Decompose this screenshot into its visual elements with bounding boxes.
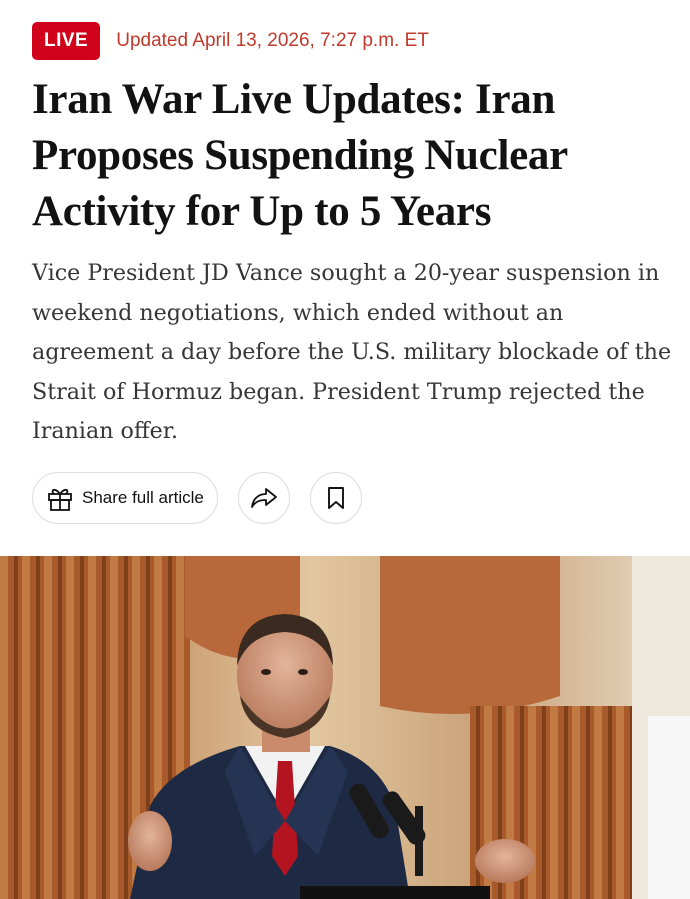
share-full-article-button[interactable]: Share full article — [32, 472, 218, 524]
article-headline: Iran War Live Updates: Iran Proposes Sus… — [32, 76, 568, 235]
gift-icon — [46, 484, 74, 512]
article-meta: LIVE Updated April 13, 2026, 7:27 p.m. E… — [32, 22, 429, 60]
share-button[interactable] — [237, 472, 290, 524]
updated-timestamp: Updated April 13, 2026, 7:27 p.m. ET — [116, 30, 429, 51]
article-summary: Vice President JD Vance sought a 20-year… — [32, 260, 672, 444]
article-actions: Share full article — [32, 472, 362, 524]
live-badge: LIVE — [32, 22, 101, 60]
share-arrow-icon — [250, 486, 278, 510]
bookmark-button[interactable] — [309, 472, 362, 524]
bookmark-icon — [327, 486, 345, 510]
article-photo — [0, 556, 690, 899]
share-full-article-label: Share full article — [82, 488, 204, 507]
